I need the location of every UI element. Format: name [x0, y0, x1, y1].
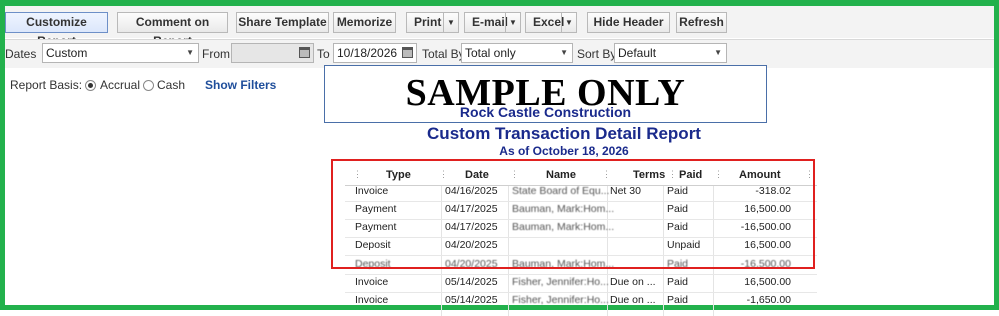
cell-amount: -1,650.00 — [746, 294, 791, 306]
report-basis-label: Report Basis: — [10, 78, 83, 92]
chevron-down-icon: ▼ — [714, 48, 722, 57]
to-label: To — [317, 47, 330, 61]
cell-name: Fisher, Jennifer:Ho... — [512, 294, 609, 306]
cash-radio[interactable] — [143, 80, 154, 91]
to-date-field[interactable]: 10/18/2026 — [333, 43, 417, 63]
email-button[interactable]: E-mail ▼ — [464, 12, 521, 33]
report-title: Custom Transaction Detail Report — [427, 124, 701, 143]
row-separator — [345, 274, 817, 275]
cell-date: 05/14/2025 — [445, 276, 498, 288]
row-separator — [345, 292, 817, 293]
total-by-value: Total only — [465, 46, 516, 60]
sort-by-value: Default — [618, 46, 657, 60]
customize-report-button[interactable]: Customize Report — [5, 12, 108, 48]
cell-paid: Paid — [667, 276, 689, 288]
dates-select[interactable]: Custom ▼ — [42, 43, 199, 63]
email-label: E-mail — [472, 15, 509, 29]
chevron-down-icon: ▼ — [186, 48, 194, 57]
accrual-label: Accrual — [100, 78, 141, 92]
calendar-icon[interactable] — [299, 47, 310, 58]
report-as-of-date: As of October 18, 2026 — [499, 144, 629, 158]
accrual-radio[interactable] — [85, 80, 96, 91]
from-label: From — [202, 47, 230, 61]
calendar-icon[interactable] — [402, 47, 413, 58]
refresh-button[interactable]: Refresh — [676, 12, 727, 33]
print-dropdown-arrow-icon[interactable]: ▼ — [443, 13, 458, 32]
highlight-box — [331, 159, 815, 269]
company-name: Rock Castle Construction — [459, 104, 632, 120]
email-dropdown-arrow-icon[interactable]: ▼ — [505, 13, 520, 32]
hide-header-button[interactable]: Hide Header — [587, 12, 670, 33]
share-template-button[interactable]: Share Template — [236, 12, 329, 33]
dates-label: Dates — [5, 47, 37, 61]
dates-value: Custom — [46, 46, 88, 60]
total-by-select[interactable]: Total only ▼ — [461, 43, 573, 63]
cell-type: Invoice — [355, 276, 389, 288]
print-label: Print — [414, 15, 442, 29]
cell-paid: Paid — [667, 294, 689, 306]
excel-dropdown-arrow-icon[interactable]: ▼ — [561, 13, 576, 32]
excel-button[interactable]: Excel ▼ — [525, 12, 577, 33]
chevron-down-icon: ▼ — [560, 48, 568, 57]
excel-label: Excel — [533, 15, 565, 29]
total-by-label: Total By — [422, 47, 465, 61]
sort-by-select[interactable]: Default ▼ — [614, 43, 727, 63]
to-date-value: 10/18/2026 — [337, 46, 398, 60]
cell-terms: Due on ... — [610, 276, 656, 288]
report-toolbar: Customize Report Comment on Report Share… — [5, 6, 994, 48]
sort-by-label: Sort By — [577, 47, 617, 61]
cash-label: Cash — [157, 78, 186, 92]
cell-amount: 16,500.00 — [744, 276, 791, 288]
show-filters-link[interactable]: Show Filters — [205, 78, 276, 92]
window-frame: Customize Report Comment on Report Share… — [0, 0, 999, 316]
comment-on-report-button[interactable]: Comment on Report — [117, 12, 228, 48]
print-button[interactable]: Print ▼ — [406, 12, 459, 33]
from-date-field[interactable] — [231, 43, 314, 63]
cell-name: Fisher, Jennifer:Ho... — [512, 276, 609, 288]
cell-type: Invoice — [355, 294, 389, 306]
memorize-button[interactable]: Memorize — [333, 12, 396, 33]
cell-terms: Due on ... — [610, 294, 656, 306]
cell-date: 05/14/2025 — [445, 294, 498, 306]
